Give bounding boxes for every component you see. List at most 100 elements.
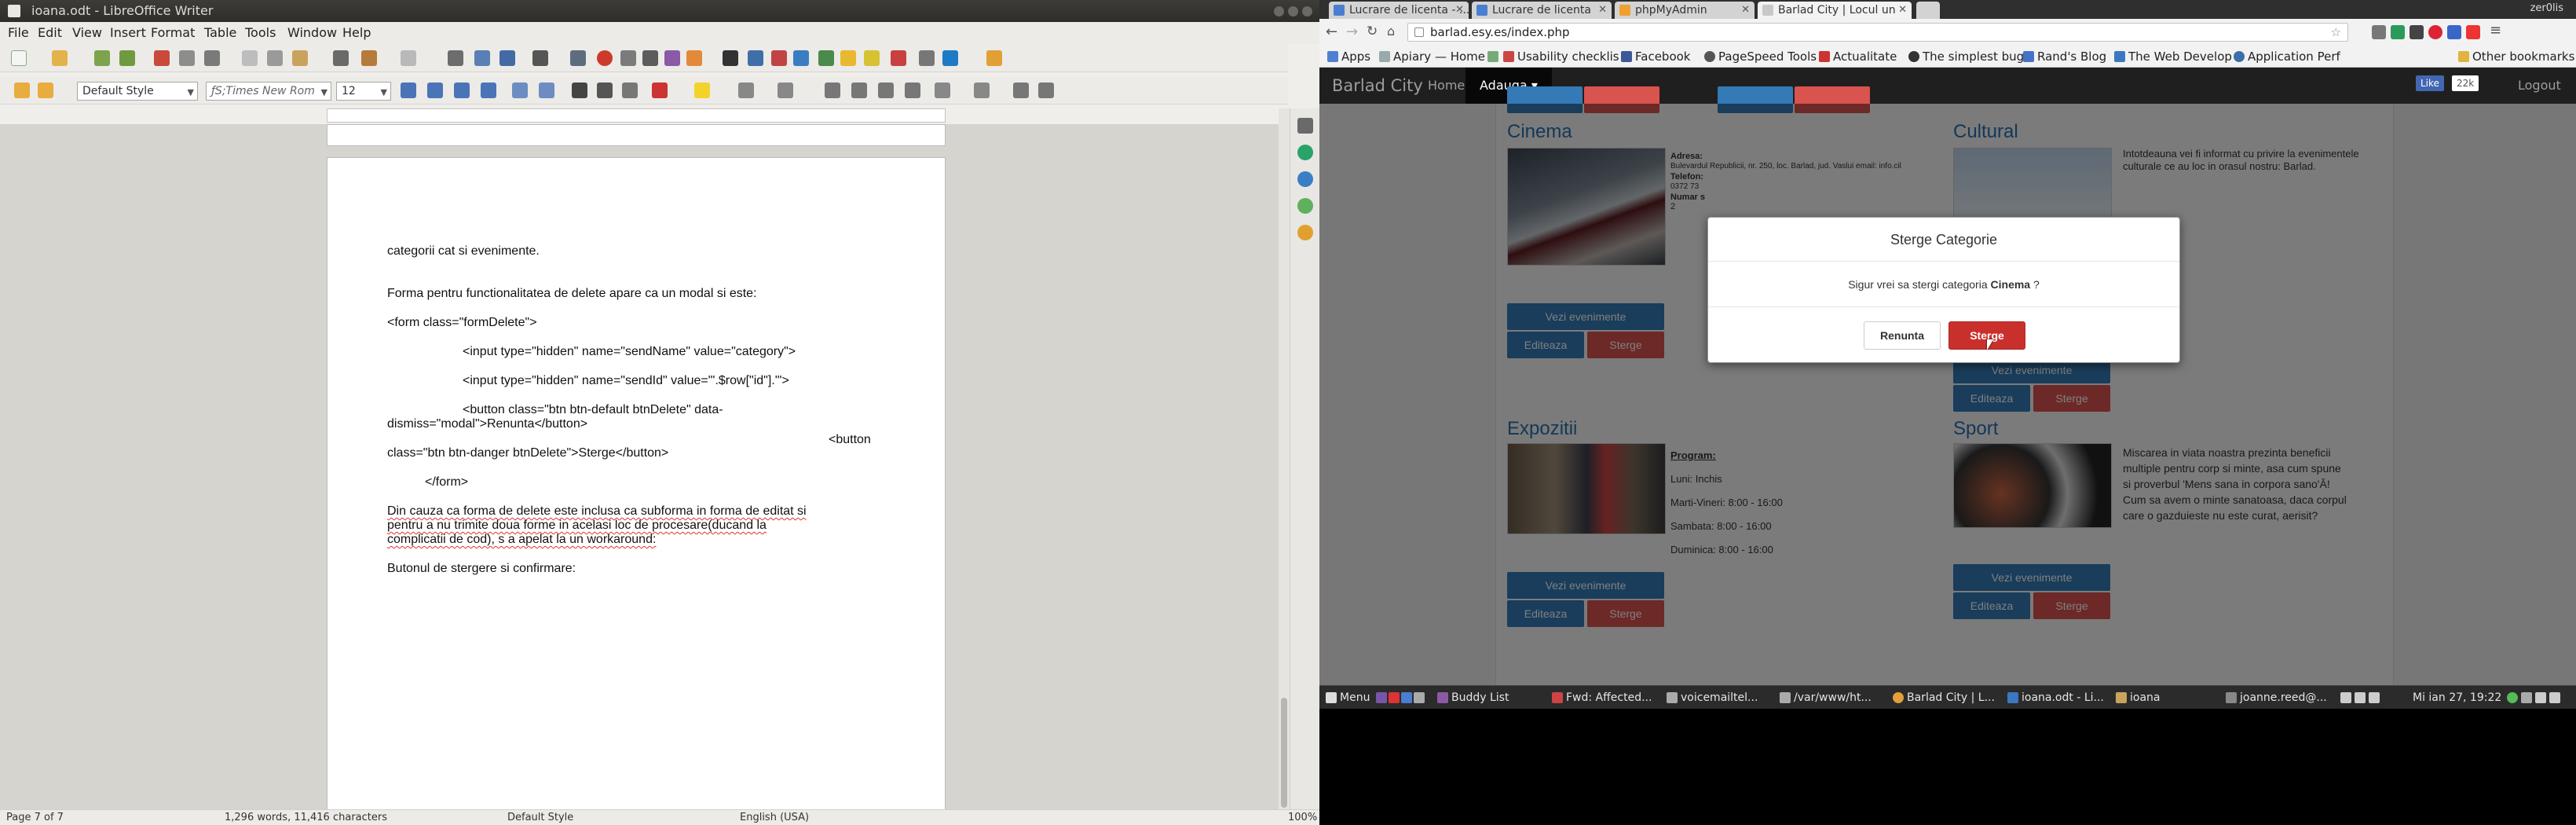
bookmark-item[interactable]: Apiary — Home	[1393, 46, 1485, 68]
menu-table[interactable]: Table	[204, 22, 236, 44]
tray-icon[interactable]	[2340, 692, 2351, 703]
tray-icon[interactable]	[2355, 692, 2366, 703]
minimize-icon[interactable]	[1274, 6, 1284, 16]
bookmark-item[interactable]: Application Perf	[2248, 46, 2373, 68]
extension-icon[interactable]	[2428, 25, 2442, 39]
new-document-icon[interactable]	[11, 50, 27, 66]
vertical-scrollbar[interactable]	[1279, 108, 1290, 809]
home-icon[interactable]: ⌂	[1387, 24, 1395, 38]
bullet-list-icon[interactable]	[738, 82, 754, 98]
back-icon[interactable]: ←	[1326, 24, 1337, 40]
close-icon[interactable]	[1302, 6, 1312, 16]
tab-lucrare-1[interactable]: Lucrare de licenta - ... ✕	[1329, 2, 1469, 19]
tray-icon[interactable]	[2507, 692, 2518, 703]
spellcheck-icon[interactable]	[474, 50, 490, 66]
save-as-icon[interactable]	[119, 50, 135, 66]
page-break-icon[interactable]	[642, 50, 658, 66]
tray-icon[interactable]	[2369, 692, 2380, 703]
line-spacing-icon[interactable]	[935, 82, 950, 98]
bookmark-item[interactable]: PageSpeed Tools	[1718, 46, 1817, 68]
underline-icon[interactable]	[454, 82, 470, 98]
tray-icon[interactable]	[2521, 692, 2532, 703]
print-icon[interactable]	[179, 50, 195, 66]
properties-icon[interactable]	[1297, 118, 1313, 134]
paragraph-spacing-icon[interactable]	[974, 82, 990, 98]
basic-shapes-icon[interactable]	[942, 50, 958, 66]
extension-icon[interactable]	[2410, 25, 2424, 39]
navigator-icon[interactable]	[1297, 198, 1313, 214]
italic-icon[interactable]	[427, 82, 443, 98]
bookmark-item[interactable]: Other bookmarks	[2472, 46, 2574, 68]
forward-icon[interactable]: →	[1346, 24, 1358, 40]
scrollbar-thumb[interactable]	[1281, 698, 1287, 808]
task-item[interactable]: ioana.odt - Li...	[2022, 686, 2104, 710]
app-icon[interactable]	[1401, 692, 1412, 703]
task-item[interactable]: Fwd: Affected...	[1566, 686, 1652, 710]
gallery-icon[interactable]	[1297, 171, 1313, 187]
close-icon[interactable]: ✕	[1741, 2, 1750, 19]
clear-formatting-icon[interactable]	[622, 82, 638, 98]
task-item[interactable]: voicemailtel...	[1681, 686, 1758, 710]
font-size-combo[interactable]: 12 ▼	[336, 82, 391, 101]
hyperlink-icon[interactable]	[748, 50, 763, 66]
new-tab-button[interactable]	[1916, 2, 1940, 19]
zoom-level[interactable]: 100%	[1288, 810, 1317, 825]
decrease-indent-icon[interactable]	[1038, 82, 1054, 98]
bold-icon[interactable]	[401, 82, 416, 98]
subscript-icon[interactable]	[539, 82, 554, 98]
address-bar[interactable]: barlad.esy.es/index.php ☆	[1407, 23, 2348, 42]
power-icon[interactable]	[2549, 692, 2560, 703]
volume-icon[interactable]	[2535, 692, 2546, 703]
bookmark-item[interactable]: Apps	[1341, 46, 1370, 68]
find-replace-icon[interactable]	[448, 50, 463, 66]
align-right-icon[interactable]	[878, 82, 894, 98]
menu-format[interactable]: Format	[151, 22, 195, 44]
arrow-left-icon[interactable]	[14, 82, 30, 98]
grow-font-icon[interactable]	[572, 82, 587, 98]
footnote-icon[interactable]	[771, 50, 787, 66]
maximize-icon[interactable]	[1288, 6, 1298, 16]
cut-icon[interactable]	[242, 50, 258, 66]
menu-view[interactable]: View	[72, 22, 102, 44]
like-button[interactable]: Like	[2416, 75, 2444, 91]
text-language[interactable]: English (USA)	[740, 810, 809, 825]
paste-icon[interactable]	[292, 50, 308, 66]
clone-formatting-icon[interactable]	[333, 50, 349, 66]
menu-edit[interactable]: Edit	[38, 22, 62, 44]
extension-icon[interactable]	[2372, 25, 2386, 39]
draw-functions-icon[interactable]	[986, 50, 1002, 66]
app-icon[interactable]	[1376, 692, 1387, 703]
justify-icon[interactable]	[905, 82, 920, 98]
insert-comment-icon[interactable]	[840, 50, 856, 66]
special-character-icon[interactable]	[686, 50, 702, 66]
copy-icon[interactable]	[267, 50, 283, 66]
insert-line-icon[interactable]	[919, 50, 935, 66]
strikethrough-icon[interactable]	[481, 82, 496, 98]
page-info-icon[interactable]	[1414, 28, 1424, 37]
bookmark-icon[interactable]	[793, 50, 809, 66]
omega-icon[interactable]	[723, 50, 738, 66]
bookmark-item[interactable]: Usability checklis	[1517, 46, 1619, 68]
paragraph-style-combo[interactable]: Default Style ▼	[77, 82, 198, 101]
document-page[interactable]: categorii cat si evenimente. Forma pentr…	[327, 157, 946, 825]
save-icon[interactable]	[94, 50, 110, 66]
reload-icon[interactable]: ↻	[1367, 24, 1378, 39]
styles-icon[interactable]	[1297, 145, 1313, 160]
menu-help[interactable]: Help	[342, 22, 371, 44]
close-icon[interactable]: ✕	[1598, 2, 1607, 19]
task-item[interactable]: ioana	[2130, 686, 2161, 710]
extension-icon[interactable]	[2391, 25, 2405, 39]
menu-file[interactable]: File	[8, 22, 29, 44]
menu-window[interactable]: Window	[287, 22, 337, 44]
insert-image-icon[interactable]	[570, 50, 586, 66]
export-pdf-icon[interactable]	[154, 50, 170, 66]
open-folder-icon[interactable]	[52, 50, 68, 66]
track-changes-icon[interactable]	[864, 50, 880, 66]
close-icon[interactable]: ✕	[1455, 2, 1464, 19]
tab-lucrare-2[interactable]: Lucrare de licenta ✕	[1472, 2, 1612, 19]
extension-icon[interactable]	[2447, 25, 2461, 39]
star-icon[interactable]: ☆	[2331, 24, 2341, 41]
tab-barlad-city[interactable]: Barlad City | Locul un ✕	[1758, 2, 1912, 19]
menu-tools[interactable]: Tools	[245, 22, 276, 44]
insert-chart-icon[interactable]	[597, 50, 613, 66]
